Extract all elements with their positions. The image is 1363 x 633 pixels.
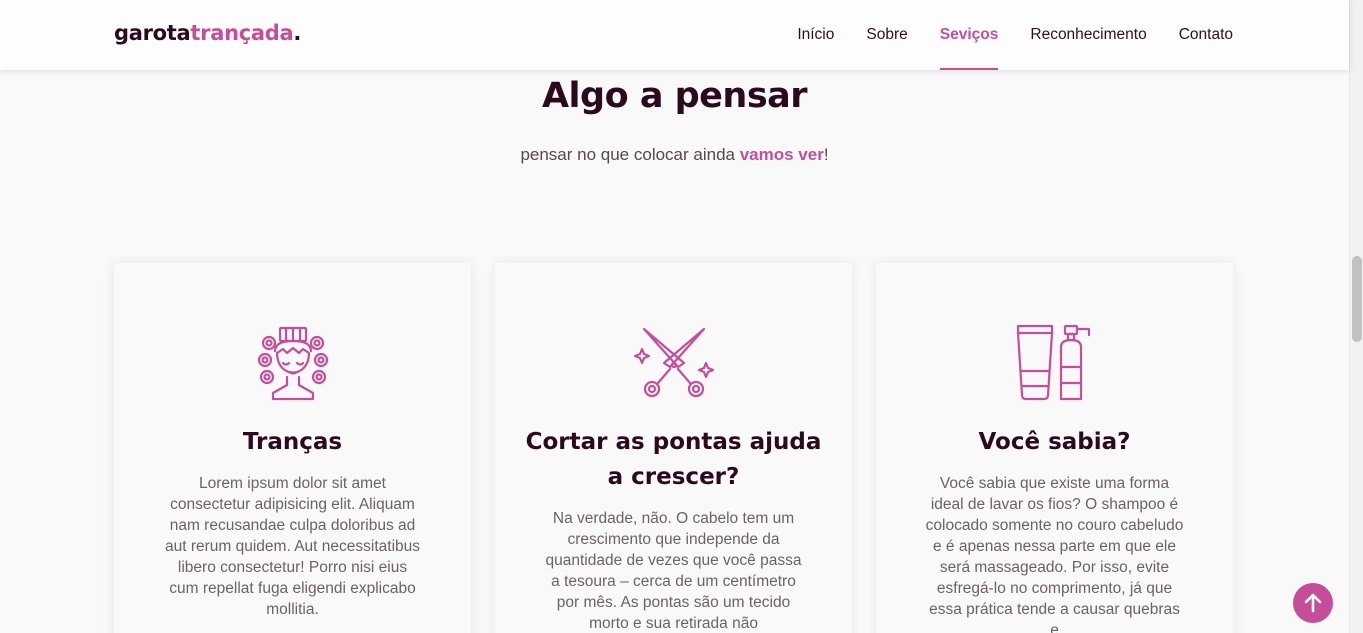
scroll-to-top-button[interactable] — [1293, 583, 1333, 623]
site-header: garotatrançada. Início Sobre Seviços Rec… — [0, 0, 1349, 70]
shampoo-bottles-icon — [876, 323, 1233, 403]
service-card-trancas: Tranças Lorem ipsum dolor sit amet conse… — [114, 263, 471, 633]
subtitle-highlight: vamos ver — [739, 145, 824, 164]
card-text: Você sabia que existe uma forma ideal de… — [925, 475, 1184, 633]
card-text: Lorem ipsum dolor sit amet consectetur a… — [164, 475, 421, 618]
main-nav: Início Sobre Seviços Reconhecimento Cont… — [765, 0, 1233, 70]
service-card-voce-sabia: Você sabia? Você sabia que existe uma fo… — [876, 263, 1233, 633]
subtitle-text: pensar no que colocar ainda — [520, 145, 740, 164]
nav-inicio[interactable]: Início — [797, 0, 834, 70]
logo-main: garota — [114, 21, 191, 45]
arrow-up-icon — [1304, 593, 1322, 613]
scrollbar-thumb[interactable] — [1352, 256, 1362, 342]
vertical-scrollbar[interactable] — [1349, 0, 1363, 633]
card-text: Na verdade, não. O cabelo tem um crescim… — [545, 510, 802, 632]
card-title: Você sabia? — [978, 429, 1131, 455]
logo-accent: trançada — [190, 21, 294, 45]
nav-servicos[interactable]: Seviços — [939, 0, 998, 70]
nav-reconhecimento[interactable]: Reconhecimento — [1030, 0, 1146, 70]
scissors-icon — [495, 323, 852, 403]
section-subtitle: pensar no que colocar ainda vamos ver! — [0, 145, 1349, 165]
nav-sobre[interactable]: Sobre — [866, 0, 907, 70]
logo[interactable]: garotatrançada. — [114, 21, 301, 45]
hair-rollers-icon — [114, 323, 471, 403]
card-title: Cortar as pontas ajuda a crescer? — [525, 429, 822, 490]
nav-contato[interactable]: Contato — [1179, 0, 1233, 70]
service-card-cortar: Cortar as pontas ajuda a crescer? Na ver… — [495, 263, 852, 633]
card-title: Tranças — [242, 429, 343, 455]
section-title: Algo a pensar — [541, 76, 808, 116]
logo-dot: . — [293, 21, 302, 45]
subtitle-end: ! — [823, 145, 829, 164]
